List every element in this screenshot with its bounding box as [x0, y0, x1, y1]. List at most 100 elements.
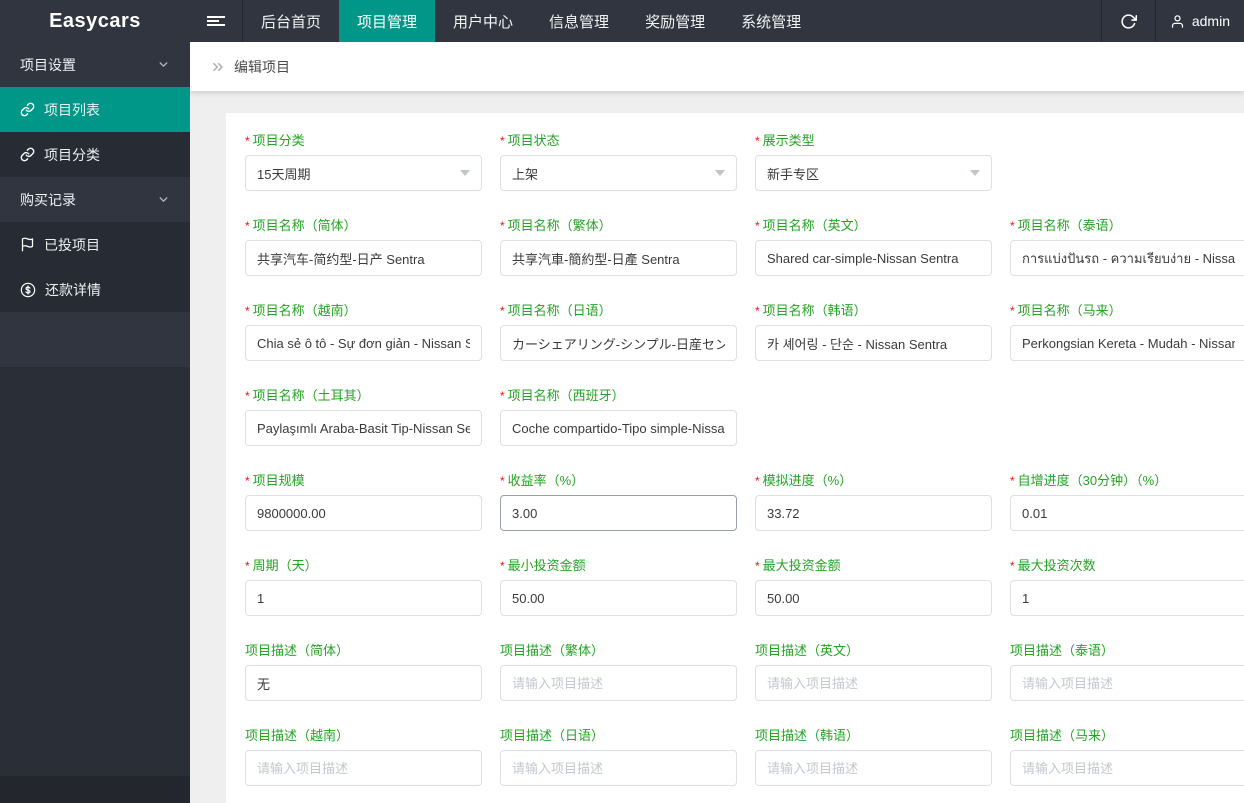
field-display-type: * 展示类型 新手专区 [755, 134, 1010, 219]
field-control [500, 665, 755, 701]
field-control [1010, 495, 1244, 531]
field-control [500, 750, 755, 786]
desc-zh-tw-input[interactable] [500, 665, 737, 701]
top-nav-home[interactable]: 后台首页 [243, 0, 339, 42]
top-nav-reward[interactable]: 奖励管理 [627, 0, 723, 42]
sidebar-item-label: 项目设置 [20, 56, 76, 73]
field-control [1010, 750, 1244, 786]
field-label-name-ja: * 项目名称（日语） [500, 303, 612, 319]
required-asterisk: * [755, 474, 760, 488]
field-max-invest-times: * 最大投资次数 [1010, 559, 1244, 644]
flag-icon [20, 237, 35, 252]
field-name-zh-tw: * 项目名称（繁体） [500, 219, 755, 304]
desc-zh-cn-input[interactable] [245, 665, 482, 701]
name-zh-cn-input[interactable] [245, 240, 482, 276]
max-investment-input[interactable] [755, 580, 992, 616]
field-label-min-investment: * 最小投资金额 [500, 558, 586, 574]
field-label-desc-en: 项目描述（英文） [755, 643, 860, 658]
topbar: Easycars 后台首页 项目管理 用户中心 信息管理 奖励管理 系统管理 admin [0, 0, 1244, 42]
desc-th-input[interactable] [1010, 665, 1244, 701]
sidebar-item-project-settings[interactable]: 项目设置 [0, 42, 190, 87]
simulated-progress-input[interactable] [755, 495, 992, 531]
top-nav-user[interactable]: 用户中心 [435, 0, 531, 42]
min-investment-input[interactable] [500, 580, 737, 616]
top-nav-system[interactable]: 系统管理 [723, 0, 819, 42]
field-control [245, 325, 500, 361]
auto-progress-input[interactable] [1010, 495, 1244, 531]
field-label-project-category: * 项目分类 [245, 133, 305, 149]
name-en-input[interactable] [755, 240, 992, 276]
field-label-project-status: * 项目状态 [500, 133, 560, 149]
required-asterisk: * [755, 559, 760, 573]
link-icon [20, 102, 35, 117]
field-label-project-scale: * 项目规模 [245, 473, 305, 489]
sidebar-item-label: 还款详情 [45, 281, 101, 298]
display-type-select[interactable]: 新手专区 [755, 155, 992, 191]
field-label-max-invest-times: * 最大投资次数 [1010, 558, 1096, 574]
chevron-down-icon [157, 58, 170, 71]
desc-vi-input[interactable] [245, 750, 482, 786]
chevrons-right-icon [210, 59, 226, 75]
required-asterisk: * [500, 134, 505, 148]
sidebar: 项目设置项目列表项目分类购买记录已投项目还款详情 [0, 42, 190, 803]
name-ms-input[interactable] [1010, 325, 1244, 361]
required-asterisk: * [500, 474, 505, 488]
desc-ko-input[interactable] [755, 750, 992, 786]
field-label-simulated-progress: * 模拟进度（%） [755, 473, 853, 489]
name-ja-input[interactable] [500, 325, 737, 361]
field-label-yield-rate: * 收益率（%） [500, 473, 585, 489]
field-cycle-days: * 周期（天） [245, 559, 500, 644]
sidebar-spacer [0, 312, 190, 367]
topbar-right: admin [1100, 0, 1244, 42]
refresh-button[interactable] [1102, 0, 1155, 42]
field-control [500, 580, 755, 616]
desc-en-input[interactable] [755, 665, 992, 701]
required-asterisk: * [245, 219, 250, 233]
sidebar-item-project-category[interactable]: 项目分类 [0, 132, 190, 177]
name-vi-input[interactable] [245, 325, 482, 361]
edit-project-form: *项目分类15天周期*项目状态上架*展示类型新手专区*项目名称（简体）*项目名称… [245, 134, 1244, 803]
brand-logo[interactable]: Easycars [0, 0, 190, 42]
name-tr-input[interactable] [245, 410, 482, 446]
sidebar-item-repayment-details[interactable]: 还款详情 [0, 267, 190, 312]
project-status-select[interactable]: 上架 [500, 155, 737, 191]
field-yield-rate: * 收益率（%） [500, 474, 755, 559]
sidebar-item-label: 项目分类 [44, 146, 100, 163]
project-category-select[interactable]: 15天周期 [245, 155, 482, 191]
top-nav: 后台首页 项目管理 用户中心 信息管理 奖励管理 系统管理 [243, 0, 819, 42]
field-desc-th: 项目描述（泰语） [1010, 644, 1244, 729]
field-control: 新手专区 [755, 155, 1010, 191]
name-ko-input[interactable] [755, 325, 992, 361]
name-th-input[interactable] [1010, 240, 1244, 276]
yield-rate-input[interactable] [500, 495, 737, 531]
field-label-desc-ms: 项目描述（马来） [1010, 728, 1115, 743]
field-name-ms: * 项目名称（马来） [1010, 304, 1244, 389]
field-control [500, 325, 755, 361]
desc-ja-input[interactable] [500, 750, 737, 786]
sidebar-item-purchase-records[interactable]: 购买记录 [0, 177, 190, 222]
required-asterisk: * [1010, 559, 1015, 573]
page-title: 编辑项目 [234, 58, 290, 75]
menu-toggle-icon[interactable] [190, 0, 243, 42]
form-row: *项目名称（土耳其） *项目名称（西班牙） [245, 389, 1244, 474]
project-scale-input[interactable] [245, 495, 482, 531]
form-row: *周期（天） *最小投资金额 *最大投资金额 *最大投资次数 [245, 559, 1244, 644]
edit-project-form-card: *项目分类15天周期*项目状态上架*展示类型新手专区*项目名称（简体）*项目名称… [226, 113, 1244, 803]
desc-ms-input[interactable] [1010, 750, 1244, 786]
field-project-scale: * 项目规模 [245, 474, 500, 559]
form-row: *项目名称（简体） *项目名称（繁体） *项目名称（英文） *项目名称（泰语） [245, 219, 1244, 304]
top-nav-info[interactable]: 信息管理 [531, 0, 627, 42]
max-invest-times-input[interactable] [1010, 580, 1244, 616]
field-desc-vi: 项目描述（越南） [245, 729, 500, 803]
top-nav-project[interactable]: 项目管理 [339, 0, 436, 42]
sidebar-item-invested-projects[interactable]: 已投项目 [0, 222, 190, 267]
sidebar-item-project-list[interactable]: 项目列表 [0, 87, 190, 132]
cycle-days-input[interactable] [245, 580, 482, 616]
name-zh-tw-input[interactable] [500, 240, 737, 276]
name-es-input[interactable] [500, 410, 737, 446]
field-label-name-en: * 项目名称（英文） [755, 218, 867, 234]
user-menu[interactable]: admin [1156, 0, 1244, 42]
selected-value: 新手专区 [767, 166, 820, 182]
sidebar-item-label: 已投项目 [44, 236, 100, 253]
field-control [755, 325, 1010, 361]
